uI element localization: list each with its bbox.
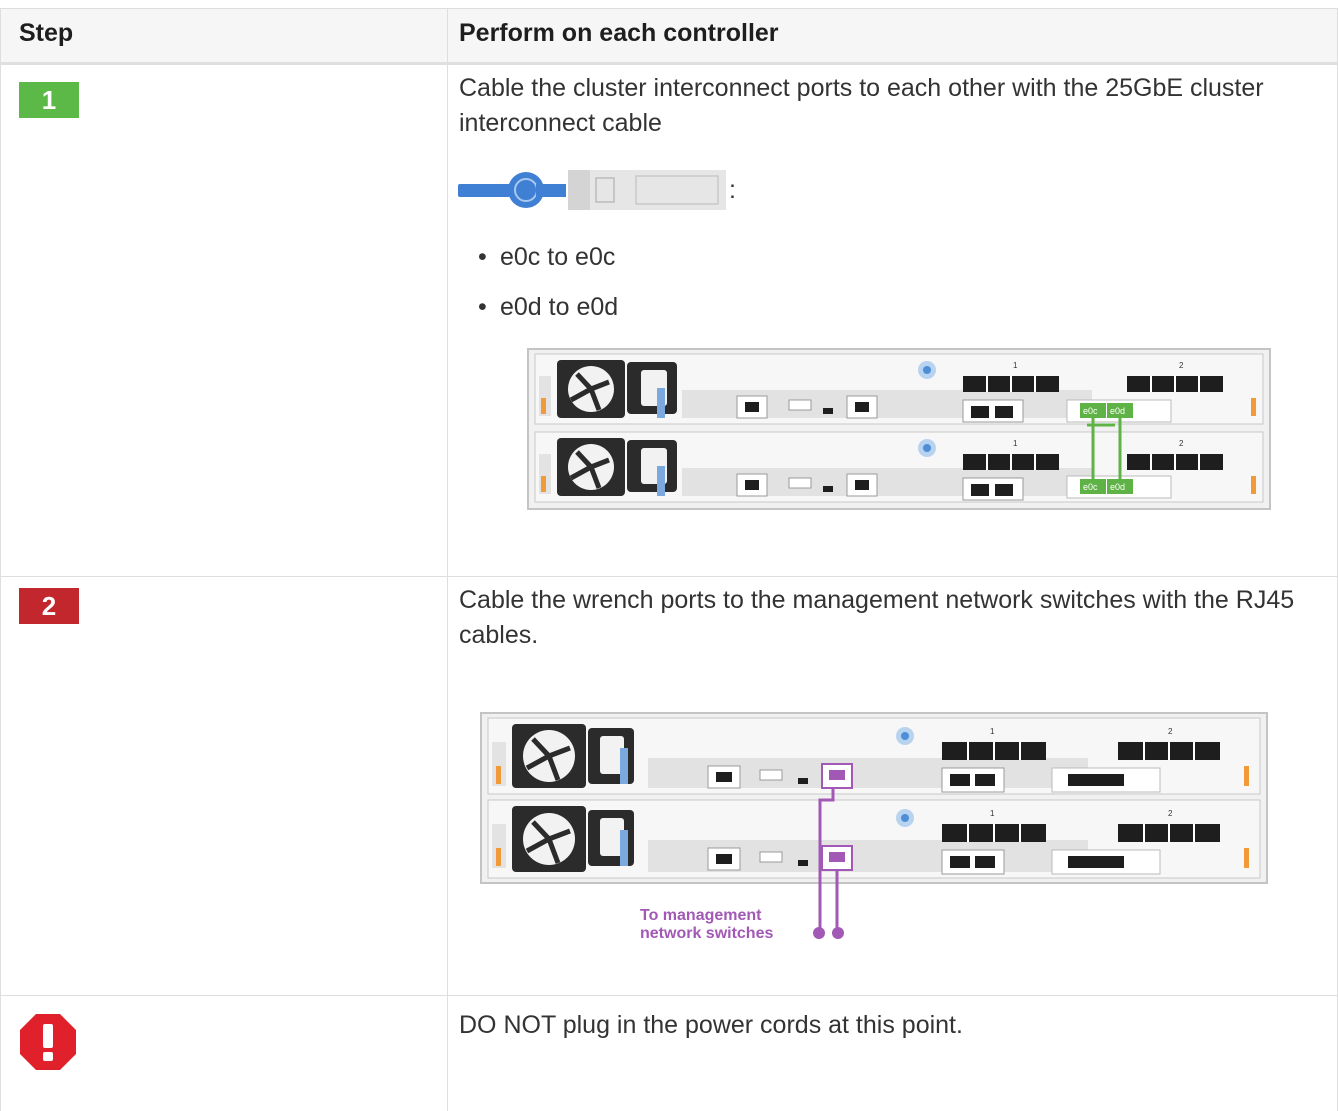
step-1-instruction: Cable the cluster interconnect ports to … (459, 74, 1264, 137)
callout-line-1: To management (640, 907, 762, 924)
cable-suffix: : (729, 176, 736, 204)
port-label-e0d: e0d (1110, 406, 1125, 416)
power-warning-text: DO NOT plug in the power cords at this p… (459, 1011, 963, 1039)
svg-text:2: 2 (1168, 727, 1173, 736)
svg-text:2: 2 (1179, 361, 1184, 370)
list-item: • e0c to e0c (478, 243, 616, 271)
port-label-e0c: e0c (1083, 406, 1098, 416)
row-divider (0, 576, 1338, 577)
warning-octagon-icon (20, 1014, 76, 1070)
row-divider (0, 995, 1338, 996)
controller-chassis: 1 2 e0c e0d (534, 353, 1264, 425)
svg-text:2: 2 (1179, 439, 1184, 448)
list-item: • e0d to e0d (478, 293, 619, 321)
controller-diagram-cluster: 1 2 e0c e0d 1 2 e0c e0d (527, 348, 1271, 510)
port-connections-list: • e0c to e0c • e0d to e0d (474, 243, 618, 343)
controller-chassis: 1 2 (487, 799, 1261, 879)
callout-line-2: network switches (640, 925, 773, 942)
controller-chassis: 1 2 (487, 717, 1261, 795)
step-2-badge: 2 (19, 588, 79, 624)
header-action: Perform on each controller (459, 19, 779, 47)
header-step: Step (19, 19, 74, 47)
table-top-border (0, 8, 1338, 9)
port-label-e0c: e0c (1083, 482, 1098, 492)
controller-diagram-management: 1 2 1 2 To management network switches (480, 712, 1268, 942)
cluster-cable-image (458, 170, 726, 210)
svg-text:1: 1 (990, 809, 995, 818)
controller-chassis: 1 2 e0c e0d (534, 431, 1264, 503)
column-divider (447, 8, 448, 1111)
svg-text:2: 2 (1168, 809, 1173, 818)
svg-text:1: 1 (1013, 361, 1018, 370)
cabling-table: Step Perform on each controller 1 Cable … (0, 0, 1338, 1111)
cable-end-dot (832, 927, 844, 939)
cable-end-dot (813, 927, 825, 939)
svg-text:1: 1 (990, 727, 995, 736)
step-1-badge: 1 (19, 82, 79, 118)
step-2-instruction: Cable the wrench ports to the management… (459, 586, 1295, 649)
table-left-border (0, 8, 1, 1111)
svg-text:1: 1 (1013, 439, 1018, 448)
header-divider (0, 62, 1338, 65)
port-label-e0d: e0d (1110, 482, 1125, 492)
